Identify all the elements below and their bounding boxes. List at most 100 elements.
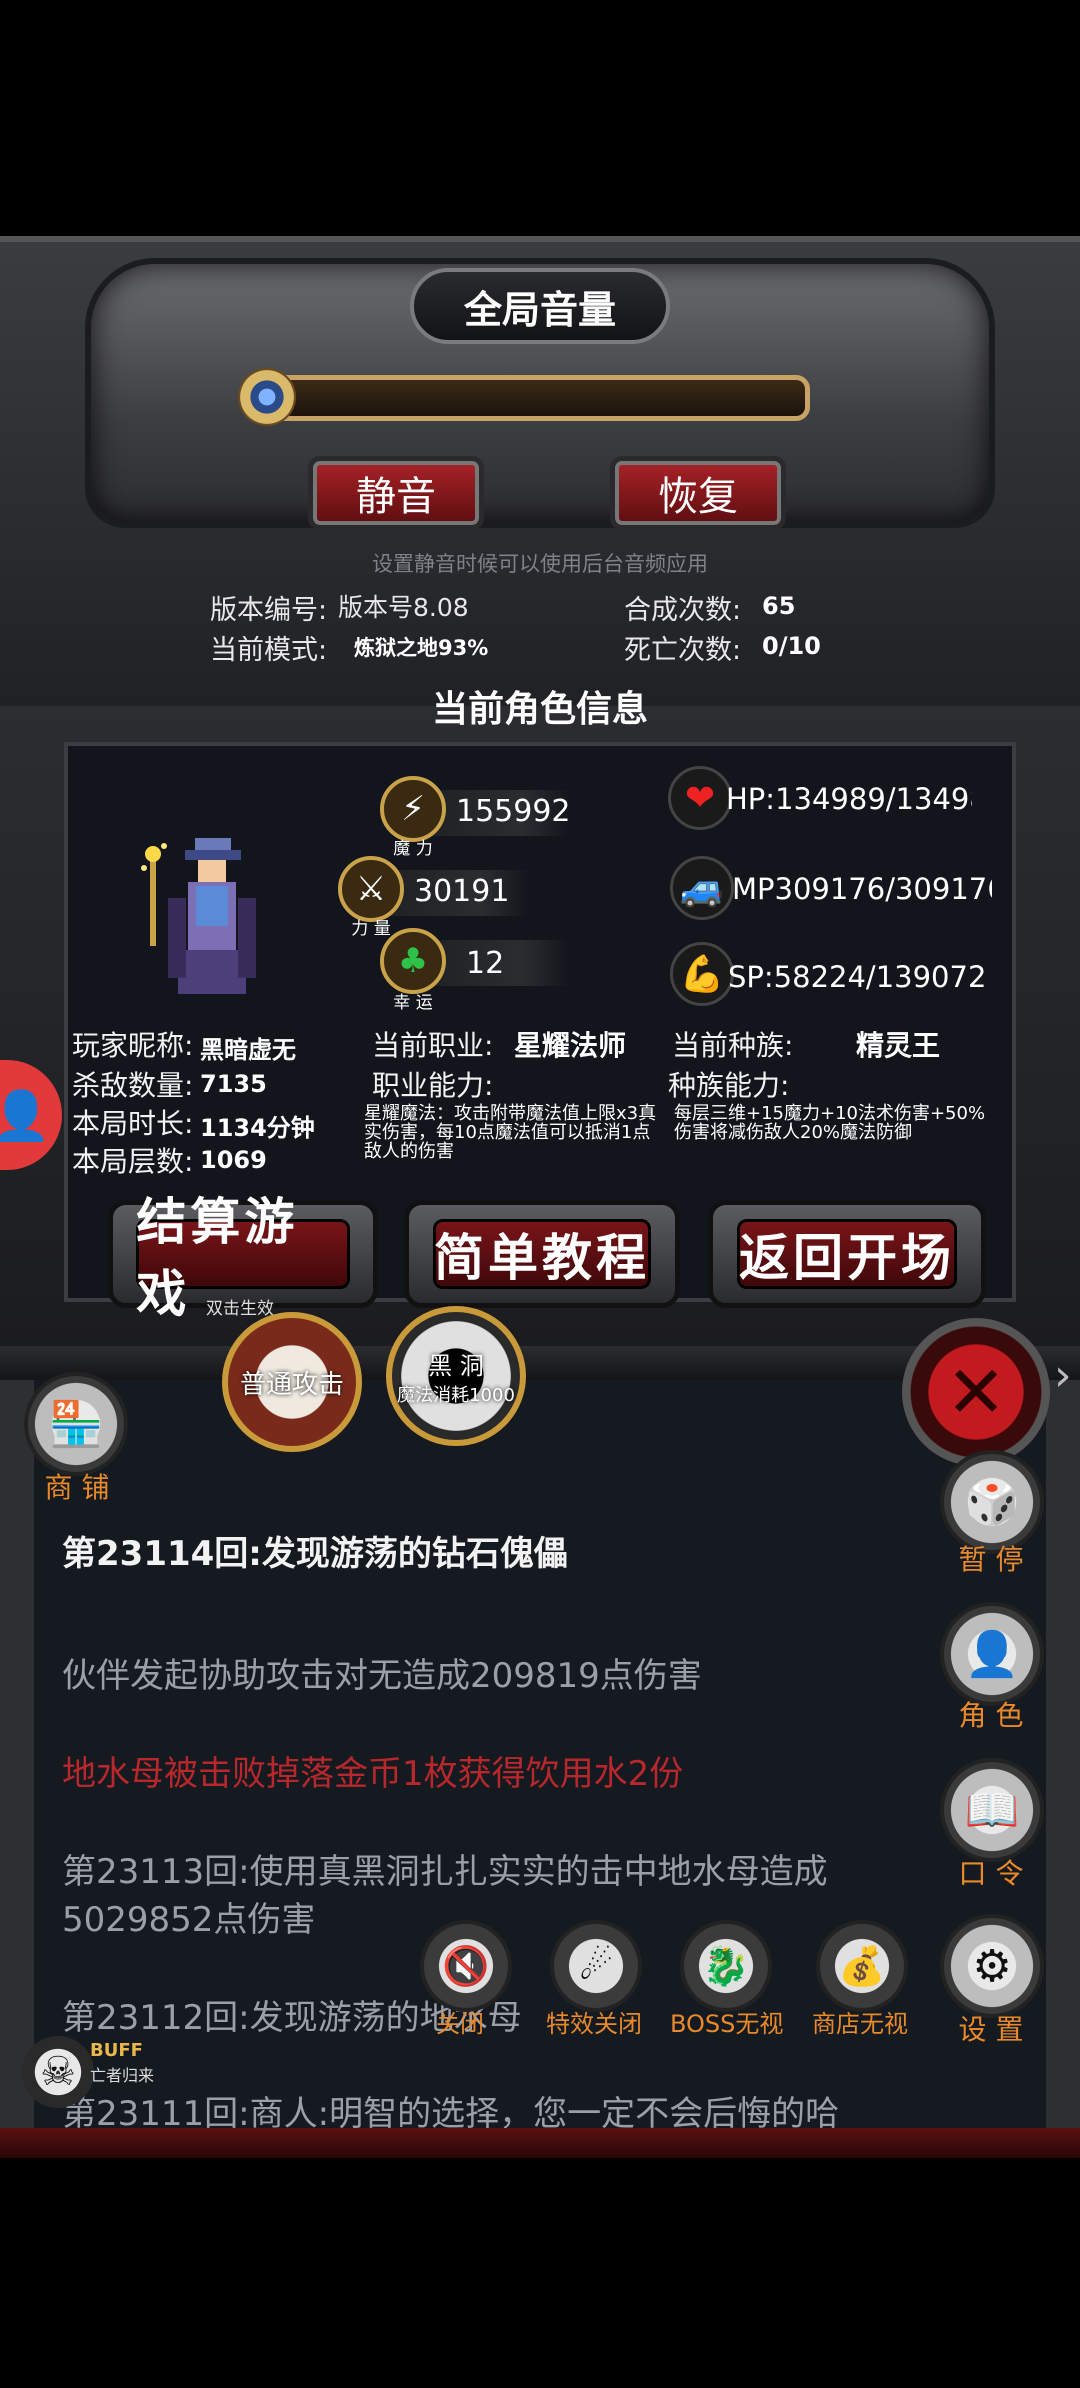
mode-value: 炼狱之地93% <box>354 636 489 660</box>
return-start-button[interactable]: 返回开场 <box>708 1200 986 1308</box>
hp-text: HP:134989/134989 <box>726 782 972 816</box>
command-caption: 口 令 <box>958 1857 1024 1890</box>
restore-button[interactable]: 恢复 <box>610 456 786 530</box>
character-panel-title: 当前角色信息 <box>431 689 648 730</box>
chevron-right-icon[interactable]: › <box>1054 1350 1072 1401</box>
volume-title: 全局音量 <box>410 268 670 344</box>
magic-value: 155992 <box>456 794 571 829</box>
settle-game-label: 结算游戏 <box>136 1193 350 1323</box>
race-ability-label: 种族能力: <box>668 1069 790 1102</box>
shop-caption: 商 铺 <box>44 1471 110 1504</box>
effects-toggle-caption: 特效关闭 <box>546 2010 642 2038</box>
speaker-mute-icon: 🔇 <box>442 1943 490 1988</box>
luck-icon: ♣ <box>380 928 446 994</box>
role-button[interactable]: 👤 <box>940 1602 1044 1706</box>
race-label: 当前种族: <box>672 1029 794 1062</box>
settings-button[interactable]: ⚙ <box>940 1914 1044 2018</box>
heart-icon: ❤ <box>668 766 732 830</box>
log-line-3: 地水母被击败掉落金币1枚获得饮用水2份 <box>62 1754 684 1794</box>
settle-hint: 双击生效 <box>206 1299 274 1319</box>
death-count-value: 0/10 <box>762 632 821 660</box>
nickname-value: 黑暗虚无 <box>200 1036 296 1064</box>
class-ability-label: 职业能力: <box>372 1069 494 1102</box>
duration-label: 本局时长: <box>72 1107 194 1140</box>
death-count-label: 死亡次数: <box>624 635 742 666</box>
log-line-4: 第23113回:使用真黑洞扎扎实实的击中地水母造成5029852点伤害 <box>62 1852 828 1940</box>
floors-label: 本局层数: <box>72 1145 194 1178</box>
black-hole-cost: 魔法消耗1000 <box>397 1384 515 1406</box>
tutorial-button[interactable]: 简单教程 <box>404 1200 680 1308</box>
boss-ignore-caption: BOSS无视 <box>670 2010 784 2038</box>
volume-slider-handle[interactable] <box>238 368 296 426</box>
shop-icon: 🏪 <box>48 1399 104 1450</box>
kills-label: 杀敌数量: <box>72 1069 194 1102</box>
book-icon: 📖 <box>964 1785 1020 1836</box>
kills-value: 7135 <box>200 1070 267 1098</box>
luck-caption: 幸 运 <box>393 993 433 1013</box>
shop-button[interactable]: 🏪 <box>24 1372 128 1476</box>
floors-value: 1069 <box>200 1146 267 1174</box>
comet-icon: ☄ <box>578 1944 614 1988</box>
strength-value: 30191 <box>414 874 510 909</box>
buff-subtitle: 亡者归来 <box>90 2066 155 2085</box>
shop-ignore-caption: 商店无视 <box>812 2010 908 2038</box>
black-hole-label: 黑 洞 <box>428 1351 484 1380</box>
volume-slider[interactable] <box>260 375 810 421</box>
class-label: 当前职业: <box>372 1029 494 1062</box>
character-avatar <box>140 838 280 998</box>
pause-caption: 暂 停 <box>958 1543 1024 1576</box>
role-caption: 角 色 <box>958 1699 1024 1732</box>
tutorial-label: 简单教程 <box>432 1219 652 1289</box>
return-start-label: 返回开场 <box>737 1219 957 1289</box>
craft-count-label: 合成次数: <box>624 595 742 626</box>
mode-label: 当前模式: <box>210 635 328 666</box>
magic-power-icon: ⚡ <box>380 776 446 842</box>
log-line-1: 第23114回:发现游荡的钻石傀儡 <box>62 1534 568 1574</box>
version-label: 版本编号: <box>210 595 328 626</box>
nickname-label: 玩家昵称: <box>72 1029 194 1062</box>
normal-attack-skill[interactable]: 普通攻击 <box>222 1312 362 1452</box>
shop-ignore-toggle[interactable]: 💰 <box>816 1920 908 2012</box>
version-value: 版本号8.08 <box>338 593 469 622</box>
buff-title: BUFF <box>90 2040 143 2061</box>
settle-game-button[interactable]: 结算游戏 <box>108 1193 378 1323</box>
skull-icon: ☠ <box>40 2049 76 2095</box>
gear-icon: ⚙ <box>972 1940 1012 1992</box>
class-ability-text: 星耀魔法：攻击附带魔法值上限x3真实伤害，每10点魔法值可以抵消1点敌人的伤害 <box>364 1103 657 1162</box>
strength-icon: ⚔ <box>338 856 404 922</box>
black-hole-skill[interactable]: 黑 洞 魔法消耗1000 <box>386 1306 526 1446</box>
duration-value: 1134分钟 <box>200 1114 315 1142</box>
log-line-6: 第23111回:商人:明智的选择，您一定不会后悔的哈 <box>62 2094 840 2128</box>
sp-text: SP:58224/139072 <box>728 960 987 994</box>
buff-indicator[interactable]: ☠ <box>22 2036 94 2108</box>
money-bag-icon: 💰 <box>838 1943 886 1988</box>
sp-muscle-icon: 💪 <box>670 942 734 1006</box>
boss-ignore-toggle[interactable]: 🐉 <box>680 1920 772 2012</box>
mute-button[interactable]: 静音 <box>308 456 484 530</box>
magic-caption: 魔 力 <box>393 839 433 859</box>
dice-icon: 🎲 <box>964 1477 1020 1528</box>
sound-toggle[interactable]: 🔇 <box>420 1920 512 2012</box>
close-panel-button[interactable]: ✕ <box>902 1318 1050 1466</box>
mp-vehicle-icon: 🚙 <box>670 856 734 920</box>
sound-toggle-caption: 关闭 <box>436 2010 484 2038</box>
luck-value: 12 <box>466 946 505 981</box>
settings-caption: 设 置 <box>958 2013 1024 2046</box>
wizard-sprite-icon <box>141 838 256 994</box>
log-line-2: 伙伴发起协助攻击对无造成209819点伤害 <box>62 1656 702 1696</box>
log-line-5: 第23112回:发现游荡的地水母 <box>62 1998 522 2038</box>
effects-toggle[interactable]: ☄ <box>550 1920 642 2012</box>
race-ability-text: 每层三维+15魔力+10法术伤害+50%伤害将减伤敌人20%魔法防御 <box>674 1103 986 1143</box>
hooded-figure-icon: 👤 <box>964 1629 1020 1680</box>
log-bottom-border <box>0 2128 1080 2158</box>
normal-attack-label: 普通攻击 <box>239 1369 344 1400</box>
class-value: 星耀法师 <box>514 1029 627 1062</box>
mp-text: MP309176/309176 <box>732 872 992 906</box>
user-icon: 👤 <box>0 1087 51 1144</box>
mute-hint-text: 设置静音时候可以使用后台音频应用 <box>372 552 708 576</box>
command-button[interactable]: 📖 <box>940 1758 1044 1862</box>
close-x-icon: ✕ <box>945 1350 1007 1434</box>
dragon-icon: 🐉 <box>702 1943 750 1988</box>
race-value: 精灵王 <box>856 1029 941 1062</box>
craft-count-value: 65 <box>762 592 796 620</box>
